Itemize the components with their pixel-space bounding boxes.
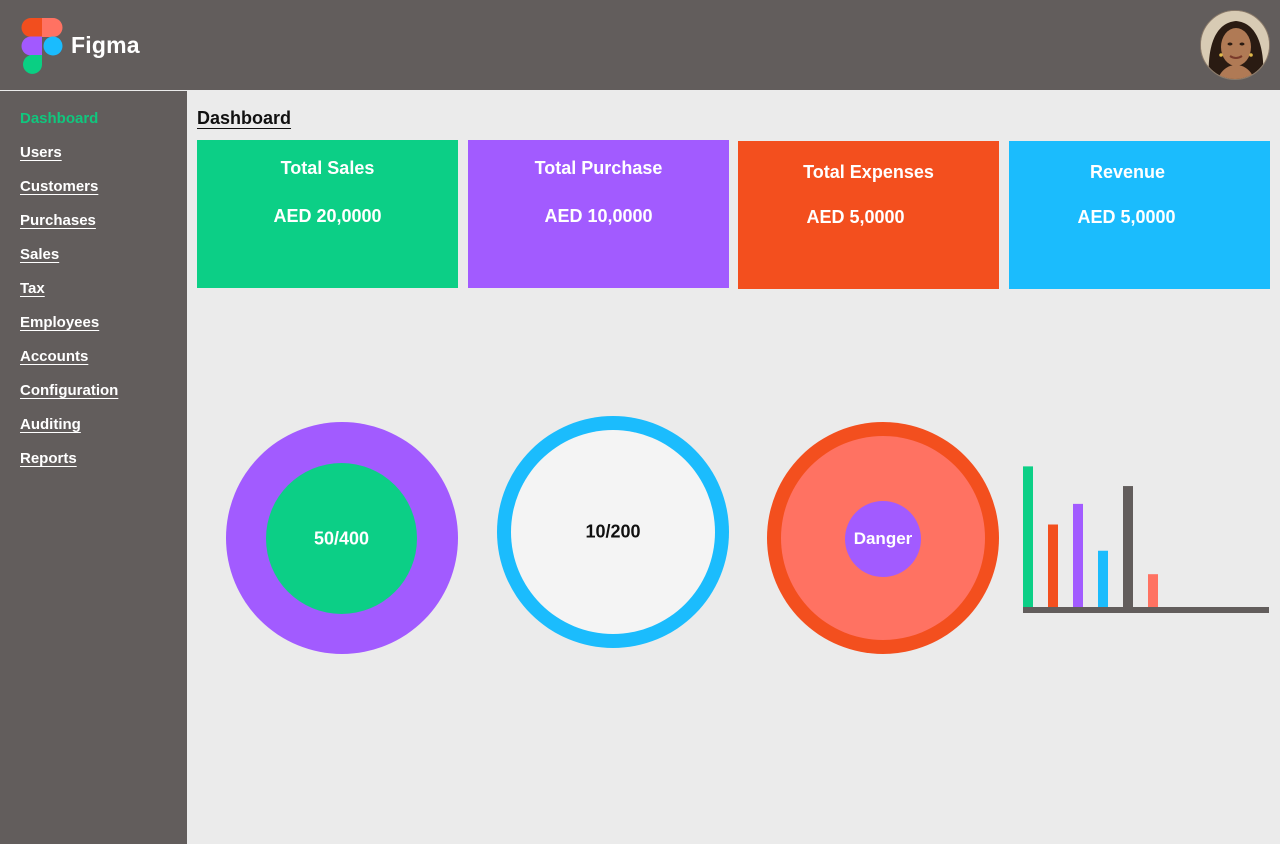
- stat-card-total-expenses[interactable]: Total Expenses AED 5,0000: [738, 141, 999, 289]
- sidebar-item-auditing[interactable]: Auditing: [20, 416, 81, 433]
- user-avatar-image: [1201, 11, 1269, 79]
- sidebar-item-employees[interactable]: Employees: [20, 314, 99, 331]
- chart-bar: [1123, 486, 1133, 607]
- card-title: Revenue: [1089, 162, 1166, 182]
- brand-name: Figma: [71, 32, 140, 58]
- stat-card-revenue[interactable]: Revenue AED 5,0000: [1009, 141, 1270, 289]
- stat-card-total-purchase[interactable]: Total Purchase AED 10,0000: [468, 140, 729, 288]
- chart-bar: [1073, 503, 1083, 607]
- purchase-gauge-center: 10/200: [511, 430, 715, 634]
- sales-gauge[interactable]: 50/400: [226, 422, 458, 654]
- sidebar-item-dashboard[interactable]: Dashboard: [20, 110, 98, 127]
- card-title: Total Sales: [280, 158, 375, 178]
- gauge-label: 10/200: [585, 521, 641, 542]
- sidebar-item-reports[interactable]: Reports: [20, 450, 77, 467]
- card-title: Total Purchase: [534, 158, 663, 178]
- sidebar-item-configuration[interactable]: Configuration: [20, 382, 118, 399]
- sidebar-item-users[interactable]: Users: [20, 144, 62, 161]
- stat-card-total-sales[interactable]: Total Sales AED 20,0000: [197, 140, 458, 288]
- sidebar-item-sales[interactable]: Sales: [20, 246, 59, 263]
- purchase-gauge[interactable]: 10/200: [497, 416, 729, 648]
- sidebar-item-customers[interactable]: Customers: [20, 178, 98, 195]
- chart-x-axis: [1023, 607, 1269, 613]
- top-bar: Figma: [0, 0, 1280, 90]
- gauge-label: 50/400: [313, 528, 370, 548]
- page-title: Dashboard: [197, 108, 292, 128]
- user-avatar[interactable]: [1200, 10, 1270, 80]
- chart-bar: [1148, 574, 1158, 607]
- gauge-label: Danger: [853, 529, 913, 548]
- card-value: AED 10,0000: [544, 206, 653, 226]
- card-value: AED 20,0000: [273, 206, 382, 226]
- sidebar: Dashboard Users Customers Purchases Sale…: [0, 91, 187, 844]
- bar-chart: [1023, 466, 1269, 613]
- chart-bar: [1098, 550, 1108, 607]
- sidebar-item-accounts[interactable]: Accounts: [20, 348, 88, 365]
- chart-bar: [1023, 466, 1033, 607]
- figma-logo-icon[interactable]: [20, 18, 64, 74]
- card-value: AED 5,0000: [806, 207, 905, 227]
- card-title: Total Expenses: [803, 162, 934, 182]
- danger-badge: Danger: [845, 501, 921, 577]
- expenses-gauge-ring: Danger: [781, 436, 985, 640]
- card-value: AED 5,0000: [1077, 207, 1176, 227]
- sidebar-item-purchases[interactable]: Purchases: [20, 212, 96, 229]
- sales-gauge-center: 50/400: [266, 463, 417, 614]
- sidebar-item-tax[interactable]: Tax: [20, 280, 45, 297]
- expenses-gauge[interactable]: Danger: [767, 422, 999, 654]
- chart-bar: [1048, 524, 1058, 607]
